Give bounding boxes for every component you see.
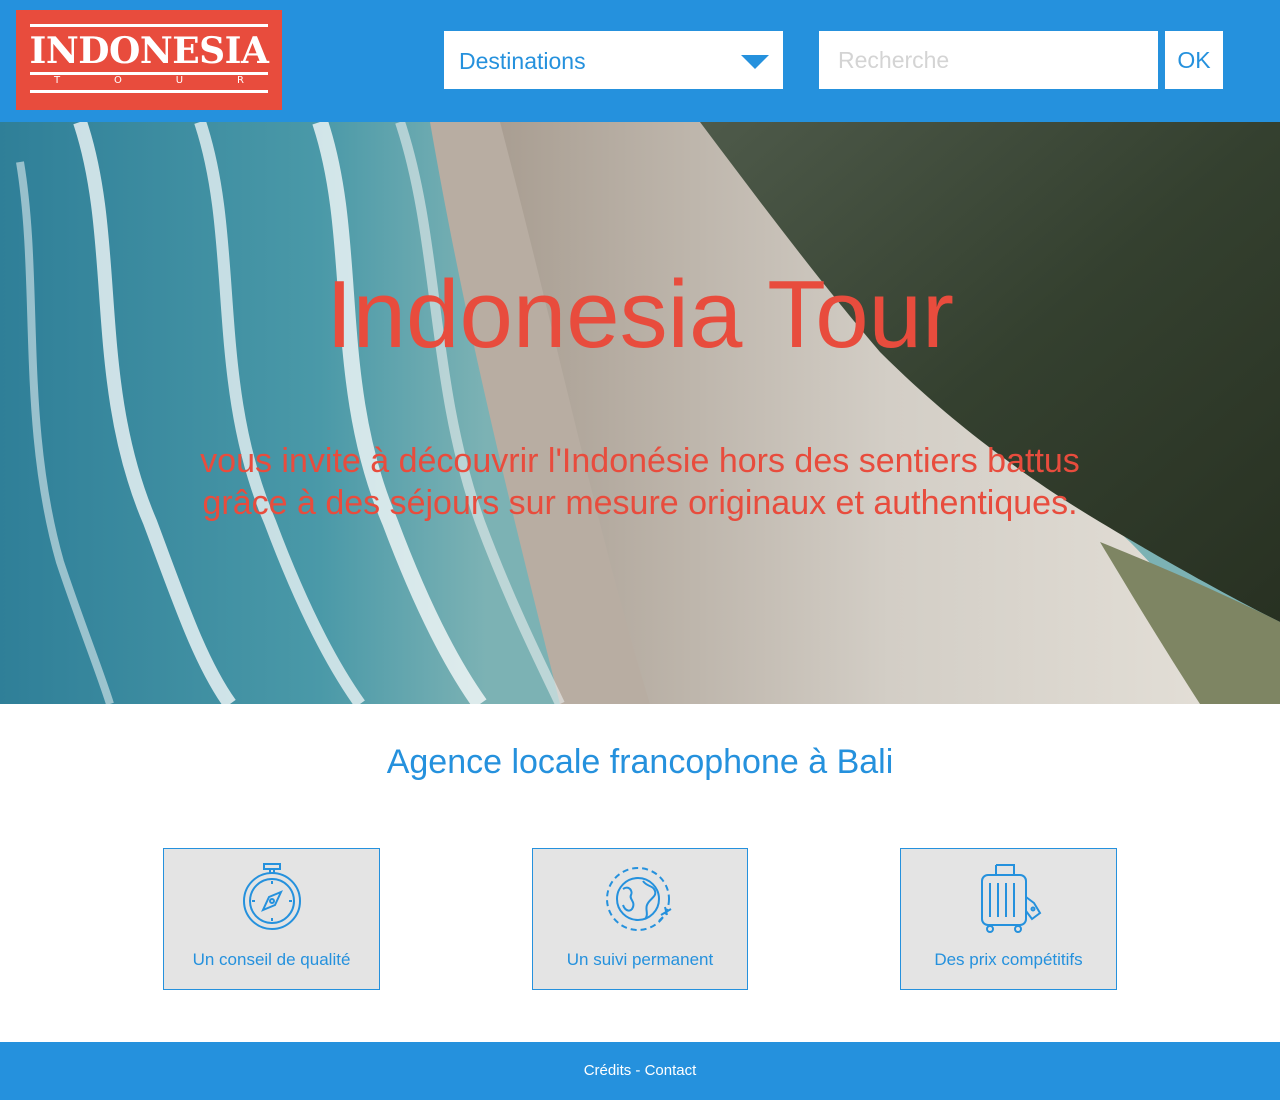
logo-letter: U bbox=[175, 75, 184, 86]
section-title: Agence locale francophone à Bali bbox=[386, 743, 894, 781]
beach-aerial-image bbox=[0, 122, 1280, 704]
hero-tagline-line: vous invite à découvrir l'Indonésie hors… bbox=[200, 442, 1080, 480]
compass-icon bbox=[242, 863, 301, 930]
logo-word: INDONESIA bbox=[29, 30, 269, 72]
site-header: INDONESIA T O U R Destinations OK bbox=[0, 0, 1280, 122]
feature-label: Un suivi permanent bbox=[566, 950, 714, 969]
contact-link[interactable]: Contact bbox=[645, 1062, 697, 1079]
logo-subtitle: T O U R bbox=[34, 74, 264, 88]
hero-banner: Indonesia Tour vous invite à découvrir l… bbox=[0, 122, 1280, 704]
feature-label: Des prix compétitifs bbox=[934, 950, 1083, 969]
destinations-dropdown[interactable]: Destinations bbox=[444, 31, 783, 89]
feature-card-suivi[interactable]: Un suivi permanent bbox=[532, 848, 748, 990]
logo-letter: T bbox=[54, 75, 61, 86]
destinations-label: Destinations bbox=[459, 48, 586, 74]
indonesia-tour-logo[interactable]: INDONESIA T O U R bbox=[16, 10, 282, 110]
feature-card-conseil[interactable]: Un conseil de qualité bbox=[163, 848, 380, 990]
search-ok-button[interactable]: OK bbox=[1165, 31, 1223, 89]
search-input[interactable] bbox=[819, 31, 1158, 89]
logo-rule bbox=[30, 90, 268, 93]
credits-link[interactable]: Crédits bbox=[584, 1062, 632, 1079]
logo-letter: R bbox=[237, 75, 244, 86]
logo-rule bbox=[30, 24, 268, 27]
site-footer: Crédits - Contact bbox=[0, 1042, 1280, 1100]
globe-plane-icon bbox=[606, 867, 672, 931]
chevron-down-icon bbox=[741, 55, 769, 69]
hero-tagline: vous invite à découvrir l'Indonésie hors… bbox=[150, 440, 1130, 524]
hero-tagline-line: grâce à des séjours sur mesure originaux… bbox=[202, 484, 1078, 522]
footer-separator: - bbox=[631, 1062, 645, 1079]
feature-label: Un conseil de qualité bbox=[192, 950, 351, 969]
footer-links: Crédits - Contact bbox=[0, 1061, 1280, 1081]
feature-card-prix[interactable]: Des prix compétitifs bbox=[900, 848, 1117, 990]
logo-letter: O bbox=[114, 75, 122, 86]
luggage-icon bbox=[980, 864, 1041, 933]
hero-title: Indonesia Tour bbox=[325, 261, 955, 368]
